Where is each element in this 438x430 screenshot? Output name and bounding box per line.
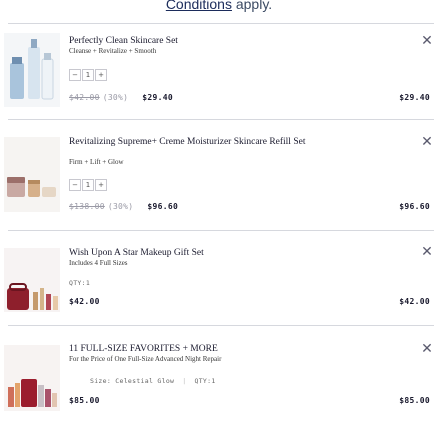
item-subtitle: For the Price of One Full-Size Advanced …	[69, 355, 222, 363]
size-label: Size: Celestial Glow	[90, 377, 175, 385]
quantity-stepper: − 1 +	[69, 179, 108, 191]
item-subtitle: Includes 4 Full Sizes	[69, 259, 128, 267]
sale-price: $42.00	[69, 297, 100, 306]
line-total: $96.60	[399, 202, 430, 211]
item-subtitle: Cleanse + Revitalize + Smooth	[69, 47, 157, 55]
line-total: $42.00	[399, 297, 430, 306]
close-icon[interactable]: ✕	[419, 34, 435, 50]
discount-label: (30%)	[107, 202, 134, 211]
price-row: $138.00 (30%) $96.60	[69, 202, 178, 211]
minus-icon[interactable]: −	[69, 69, 81, 81]
sale-price: $29.40	[142, 93, 173, 102]
item-title[interactable]: Revitalizing Supreme+ Creme Moisturizer …	[69, 137, 369, 147]
gift-collection-image	[4, 345, 60, 411]
original-price: $138.00	[69, 202, 105, 211]
conditions-suffix: apply.	[231, 0, 273, 12]
sale-price: $96.60	[147, 202, 179, 211]
item-subtitle: Firm + Lift + Glow	[69, 158, 124, 166]
divider	[8, 325, 434, 326]
skincare-bottles-image	[4, 33, 60, 107]
close-icon[interactable]: ✕	[419, 135, 435, 151]
line-total: $29.40	[399, 93, 430, 102]
divider	[8, 230, 434, 231]
divider	[8, 23, 434, 24]
sale-price: $85.00	[69, 396, 100, 405]
divider	[8, 119, 434, 120]
conditions-notice: Conditions apply.	[0, 0, 438, 12]
quantity-value[interactable]: 1	[82, 69, 94, 81]
quantity-value[interactable]: 1	[82, 179, 94, 191]
item-options: Size: Celestial Glow | QTY:1	[90, 377, 216, 385]
item-title[interactable]: 11 FULL-SIZE FAVORITES + MORE	[69, 344, 369, 354]
plus-icon[interactable]: +	[95, 69, 107, 81]
price-row: $42.00 (30%) $29.40	[69, 93, 173, 102]
quantity-label: QTY:1	[69, 279, 91, 287]
discount-label: (30%)	[102, 93, 129, 102]
conditions-link[interactable]: Conditions	[166, 0, 232, 12]
original-price: $42.00	[69, 93, 100, 102]
item-title[interactable]: Perfectly Clean Skincare Set	[69, 36, 369, 46]
close-icon[interactable]: ✕	[419, 245, 435, 261]
price-row: $85.00	[69, 396, 100, 405]
item-title[interactable]: Wish Upon A Star Makeup Gift Set	[69, 248, 369, 258]
price-row: $42.00	[69, 297, 100, 306]
line-total: $85.00	[399, 396, 430, 405]
close-icon[interactable]: ✕	[419, 342, 435, 358]
quantity-label: QTY:1	[194, 377, 216, 385]
minus-icon[interactable]: −	[69, 179, 81, 191]
plus-icon[interactable]: +	[95, 179, 107, 191]
moisturizer-jars-image	[4, 137, 60, 212]
quantity-stepper: − 1 +	[69, 69, 108, 81]
makeup-bag-image	[4, 248, 60, 312]
